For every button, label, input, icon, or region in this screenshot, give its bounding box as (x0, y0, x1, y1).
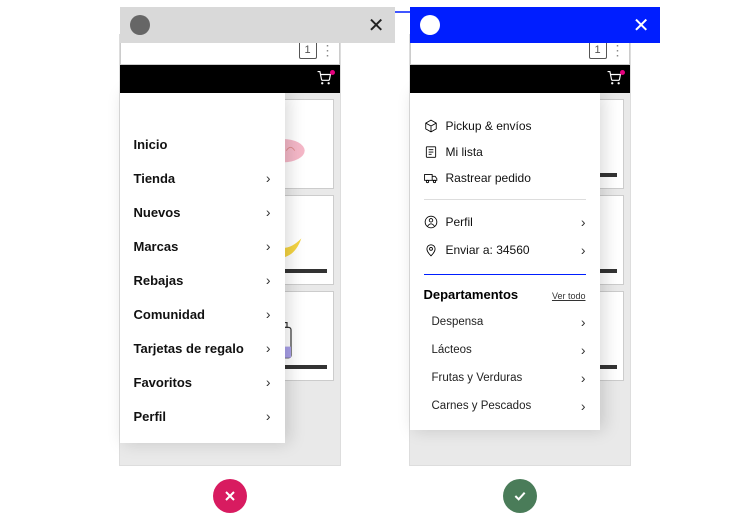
chevron-right-icon: › (266, 408, 271, 424)
chevron-right-icon: › (581, 242, 586, 258)
close-icon[interactable]: ✕ (368, 13, 385, 38)
app-header (120, 65, 340, 93)
kebab-icon[interactable]: ⋮ (321, 43, 335, 57)
link-label: Rastrear pedido (446, 171, 531, 185)
tab-count[interactable]: 1 (589, 41, 607, 59)
chevron-right-icon: › (266, 272, 271, 288)
dept-label: Carnes y Pescados (432, 400, 532, 412)
divider-accent (424, 274, 586, 275)
url-field[interactable] (415, 40, 585, 60)
see-all-link[interactable]: Ver todo (552, 291, 586, 301)
menu-label: Nuevos (134, 205, 181, 220)
menu-label: Tienda (134, 171, 176, 186)
example-good: 1 ⋮ ✕ (410, 35, 630, 465)
avatar-icon[interactable] (130, 15, 150, 35)
dept-item-lacteos[interactable]: Lácteos › (424, 336, 586, 364)
close-icon[interactable]: ✕ (633, 13, 650, 38)
cart-icon[interactable] (606, 71, 622, 88)
menu-item-comunidad[interactable]: Comunidad › (134, 297, 271, 331)
dept-label: Frutas y Verduras (432, 372, 523, 384)
drawer-header: ✕ (410, 7, 660, 43)
menu-item-nuevos[interactable]: Nuevos › (134, 195, 271, 229)
good-badge-icon (503, 479, 537, 513)
menu-item-tarjetas[interactable]: Tarjetas de regalo › (134, 331, 271, 365)
chevron-right-icon: › (266, 204, 271, 220)
drawer-menu: Pickup & envíos Mi lista Rastrear pedido (410, 93, 600, 430)
link-label: Perfil (446, 215, 473, 229)
chevron-right-icon: › (266, 306, 271, 322)
chevron-right-icon: › (581, 398, 586, 414)
example-bad: 1 ⋮ .25 (120, 35, 340, 465)
divider (424, 199, 586, 200)
menu-label: Tarjetas de regalo (134, 341, 244, 356)
chevron-right-icon: › (266, 170, 271, 186)
menu-item-marcas[interactable]: Marcas › (134, 229, 271, 263)
chevron-right-icon: › (581, 370, 586, 386)
app-header (410, 65, 630, 93)
tab-count[interactable]: 1 (299, 41, 317, 59)
cart-icon[interactable] (316, 71, 332, 88)
chevron-right-icon: › (581, 342, 586, 358)
dept-item-frutas[interactable]: Frutas y Verduras › (424, 364, 586, 392)
quick-link-pickup[interactable]: Pickup & envíos (424, 113, 586, 139)
bad-badge-icon (213, 479, 247, 513)
account-link-perfil[interactable]: Perfil › (424, 208, 586, 236)
menu-label: Inicio (134, 137, 168, 152)
menu-label: Comunidad (134, 307, 206, 322)
menu-item-perfil[interactable]: Perfil › (134, 399, 271, 433)
link-label: Pickup & envíos (446, 119, 532, 133)
dept-label: Lácteos (432, 344, 472, 356)
pin-icon (424, 243, 438, 257)
user-icon (424, 215, 438, 229)
dept-item-despensa[interactable]: Despensa › (424, 308, 586, 336)
menu-label: Marcas (134, 239, 179, 254)
package-icon (424, 119, 438, 133)
dept-label: Despensa (432, 316, 484, 328)
kebab-icon[interactable]: ⋮ (611, 43, 625, 57)
chevron-right-icon: › (266, 238, 271, 254)
menu-label: Favoritos (134, 375, 193, 390)
chevron-right-icon: › (266, 340, 271, 356)
menu-item-inicio[interactable]: Inicio (134, 137, 271, 161)
menu-item-favoritos[interactable]: Favoritos › (134, 365, 271, 399)
quick-link-rastrear[interactable]: Rastrear pedido (424, 165, 586, 191)
chevron-right-icon: › (266, 374, 271, 390)
url-field[interactable] (125, 40, 295, 60)
list-icon (424, 145, 438, 159)
link-label: Enviar a: 34560 (446, 243, 530, 257)
avatar-icon[interactable] (420, 15, 440, 35)
departments-title: Departamentos (424, 287, 519, 302)
menu-label: Rebajas (134, 273, 184, 288)
drawer-menu: Inicio Tienda › Nuevos › Marcas › Rebaja… (120, 93, 285, 443)
dept-item-carnes[interactable]: Carnes y Pescados › (424, 392, 586, 420)
menu-item-rebajas[interactable]: Rebajas › (134, 263, 271, 297)
drawer-header: ✕ (120, 7, 395, 43)
chevron-right-icon: › (581, 214, 586, 230)
truck-icon (424, 171, 438, 185)
quick-link-lista[interactable]: Mi lista (424, 139, 586, 165)
departments-header: Departamentos Ver todo (424, 283, 586, 308)
menu-label: Perfil (134, 409, 167, 424)
chevron-right-icon: › (581, 314, 586, 330)
link-label: Mi lista (446, 145, 483, 159)
account-link-enviar[interactable]: Enviar a: 34560 › (424, 236, 586, 264)
menu-item-tienda[interactable]: Tienda › (134, 161, 271, 195)
